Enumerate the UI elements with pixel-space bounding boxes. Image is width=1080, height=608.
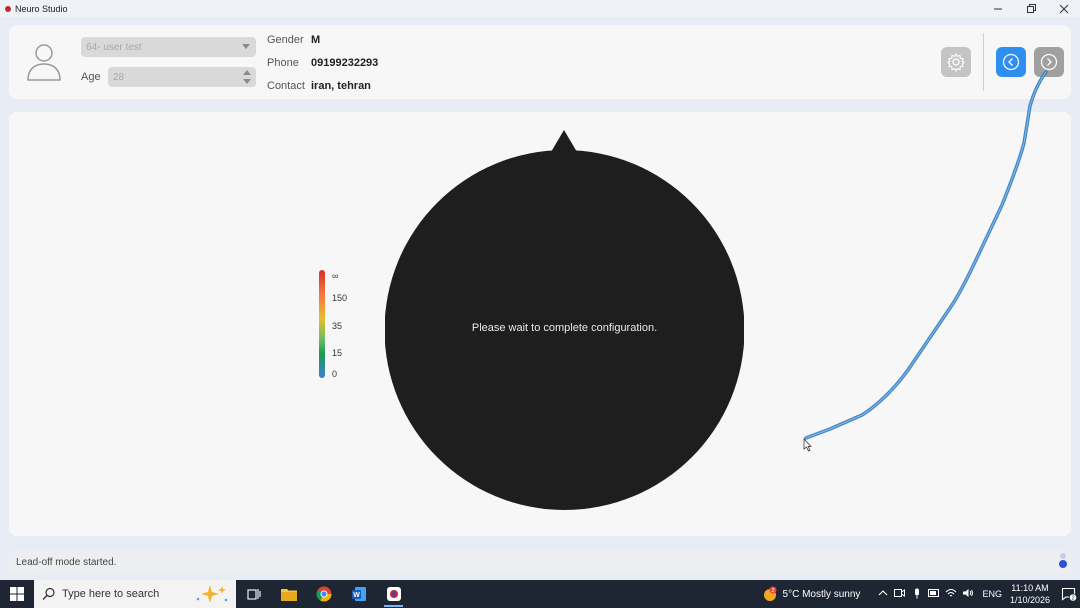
age-label: Age <box>81 71 101 83</box>
patient-header: 64- user test Age 28 Gender M Phone 0919… <box>9 25 1071 99</box>
start-button[interactable] <box>0 580 34 608</box>
folder-icon <box>280 589 297 601</box>
status-indicator-light <box>1060 553 1066 559</box>
spin-down-icon[interactable] <box>243 79 251 84</box>
chevron-right-icon <box>1040 53 1058 71</box>
notification-icon: 2 <box>1061 587 1077 602</box>
configuration-message: Please wait to complete configuration. <box>471 322 658 334</box>
legend-label-35: 35 <box>332 321 343 331</box>
chevron-left-icon <box>1002 53 1020 71</box>
contact-value: iran, tehran <box>311 80 371 92</box>
gear-icon <box>947 52 965 72</box>
copilot-sparkle-icon <box>196 585 228 603</box>
neuro-studio-taskbar-button[interactable] <box>376 580 411 608</box>
phone-value: 09199232293 <box>311 57 379 69</box>
restore-icon <box>1026 3 1036 13</box>
window-title: Neuro Studio <box>15 3 68 14</box>
weather-sun-icon[interactable]: 2 <box>761 585 779 603</box>
minimize-icon <box>993 8 1002 9</box>
status-indicator <box>1059 560 1067 568</box>
search-icon <box>42 587 55 600</box>
language-indicator[interactable]: ENG <box>982 589 1002 599</box>
chevron-down-icon <box>242 44 250 49</box>
taskbar: Type here to search W 2 5°C Mostly sunny… <box>0 580 1080 608</box>
legend-label-0: 0 <box>332 369 338 379</box>
volume-icon[interactable] <box>959 588 976 600</box>
file-explorer-button[interactable] <box>271 580 306 608</box>
wifi-icon[interactable] <box>942 588 959 600</box>
microphone-icon[interactable] <box>908 588 925 601</box>
clock[interactable]: 11:10 AM 1/10/2026 <box>1010 582 1050 606</box>
legend-gradient-bar <box>319 270 325 378</box>
spin-up-icon[interactable] <box>243 70 251 75</box>
header-divider <box>983 33 984 91</box>
age-spinbox[interactable]: 28 <box>108 67 256 87</box>
close-icon <box>1059 4 1068 13</box>
contact-label: Contact <box>267 80 305 92</box>
minimize-button[interactable] <box>981 0 1014 17</box>
battery-icon[interactable] <box>925 589 942 599</box>
user-select-value: 64- user test <box>86 41 142 53</box>
svg-text:W: W <box>353 592 360 599</box>
notifications-button[interactable]: 2 <box>1058 580 1080 608</box>
settings-button[interactable] <box>941 47 971 77</box>
window-controls <box>981 0 1080 17</box>
clock-date: 1/10/2026 <box>1009 595 1050 605</box>
gender-label: Gender <box>267 34 304 46</box>
close-button[interactable] <box>1047 0 1080 17</box>
weather-badge: 2 <box>771 588 774 594</box>
head-map <box>385 130 744 510</box>
word-icon: W <box>351 587 366 601</box>
back-button[interactable] <box>996 47 1026 77</box>
user-select[interactable]: 64- user test <box>81 37 256 57</box>
restore-button[interactable] <box>1014 0 1047 17</box>
chrome-icon <box>316 586 331 602</box>
task-view-button[interactable] <box>236 580 271 608</box>
avatar-icon <box>27 44 61 81</box>
windows-logo-icon <box>10 587 24 601</box>
meet-now-icon[interactable] <box>891 588 908 600</box>
legend-label-infinity: ∞ <box>332 271 339 281</box>
forward-button[interactable] <box>1034 47 1064 77</box>
head-nose <box>551 130 577 152</box>
status-text: Lead-off mode started. <box>16 557 117 568</box>
status-bar: Lead-off mode started. <box>9 550 1071 574</box>
system-tray: 2 5°C Mostly sunny ENG 11:10 AM 1/10/202… <box>761 580 1080 608</box>
legend-label-15: 15 <box>332 348 343 358</box>
chrome-button[interactable] <box>306 580 341 608</box>
taskbar-search[interactable]: Type here to search <box>34 580 236 608</box>
neuro-studio-app-icon <box>386 587 401 601</box>
phone-label: Phone <box>267 57 299 69</box>
search-placeholder: Type here to search <box>62 588 160 600</box>
main-panel: ∞ 150 35 15 0 Please wait to complete co… <box>9 112 1071 536</box>
title-bar: Neuro Studio <box>0 0 1080 17</box>
weather-text[interactable]: 5°C Mostly sunny <box>783 589 861 600</box>
age-value: 28 <box>113 71 125 83</box>
app-logo-icon <box>5 5 11 12</box>
word-button[interactable]: W <box>341 580 376 608</box>
clock-time: 11:10 AM <box>1011 583 1049 593</box>
legend-label-150: 150 <box>332 293 348 303</box>
chevron-up-icon[interactable] <box>874 589 891 599</box>
gender-value: M <box>311 34 321 46</box>
task-view-icon <box>246 589 261 600</box>
notification-count: 2 <box>1071 595 1074 601</box>
